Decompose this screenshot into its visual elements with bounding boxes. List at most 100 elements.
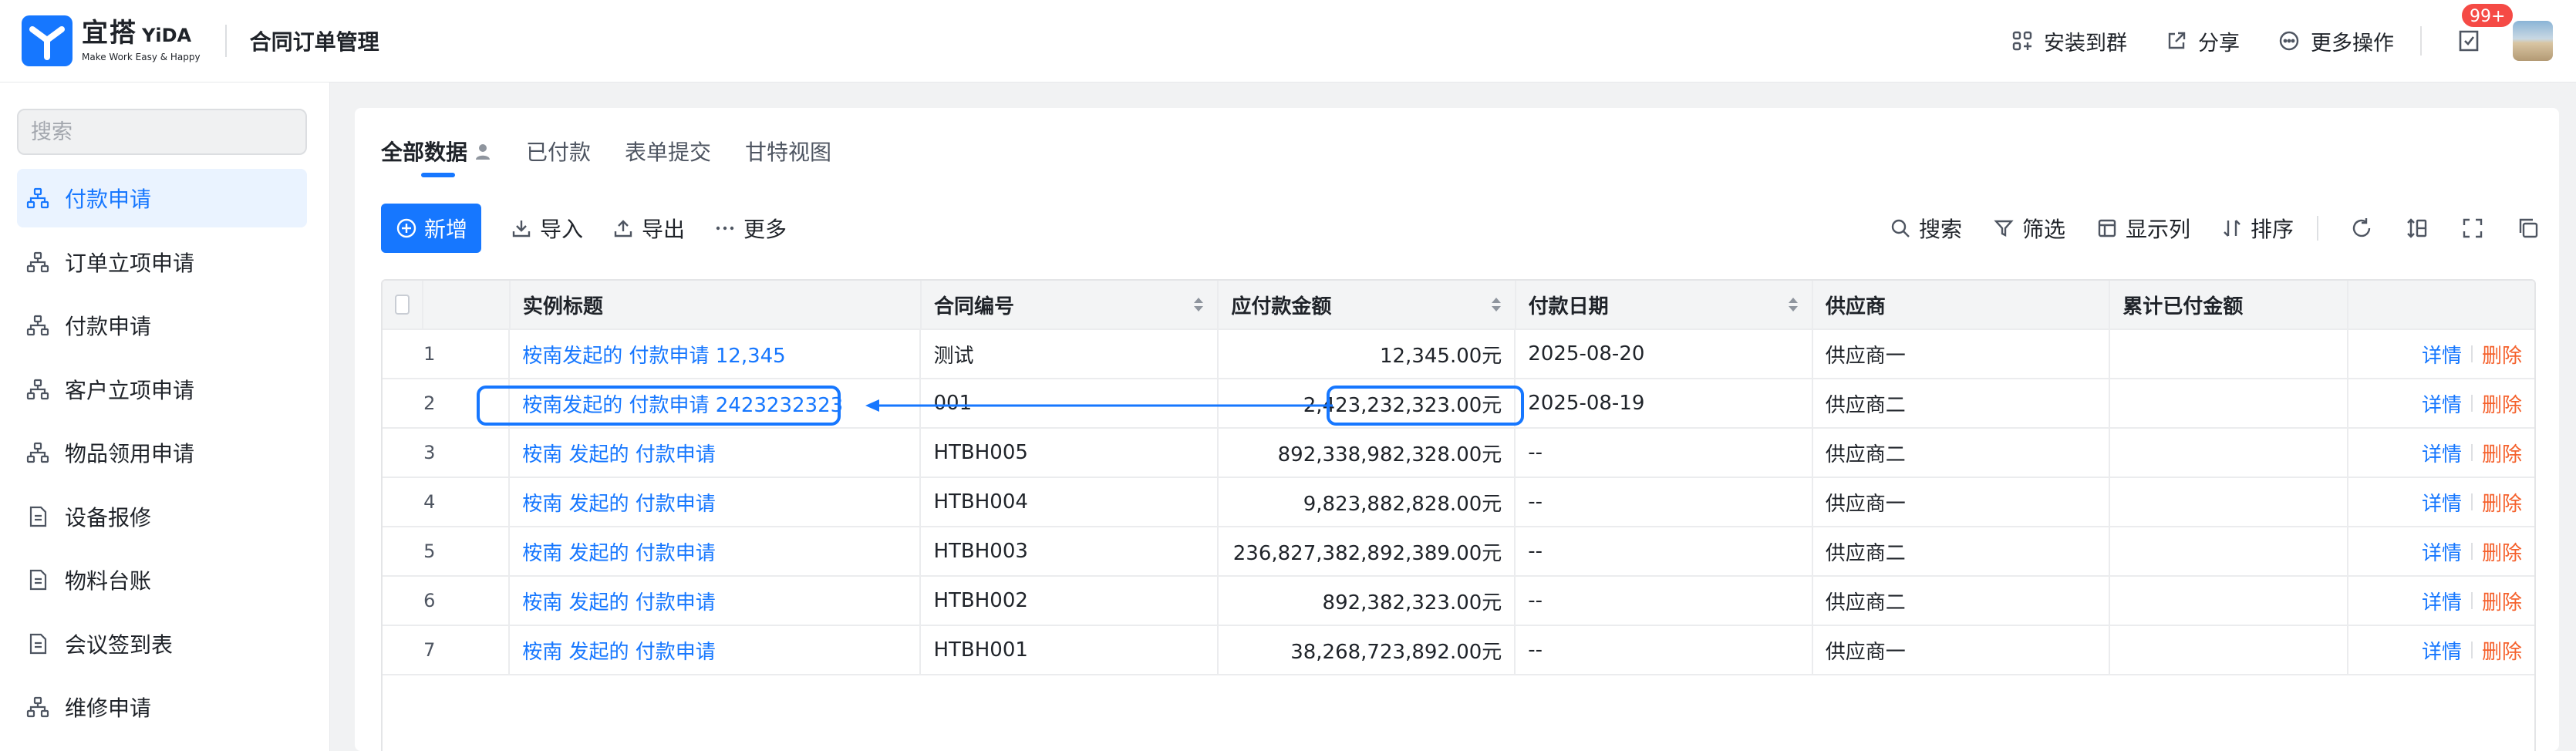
delete-link[interactable]: 删除 [2482,537,2522,566]
app-title: 合同订单管理 [249,29,379,55]
install-to-group-button[interactable]: 安装到群 [2011,26,2127,56]
detail-link[interactable]: 详情 [2422,439,2462,467]
fullscreen-button[interactable] [2460,216,2485,241]
table-row[interactable]: 2 桉南发起的 付款申请 2423232323 001 2,423,232,32… [383,379,2534,429]
row-paid [2110,577,2348,625]
todo-button[interactable]: 99+ [2454,2,2515,56]
row-height-button[interactable] [2405,216,2429,241]
table-row[interactable]: 5 桉南 发起的 付款申请 HTBH003 236,827,382,892,38… [383,527,2534,577]
sidebar-item-item-requisition[interactable]: 物品领用申请 [17,423,307,482]
sidebar-item-label: 付款申请 [65,314,152,339]
export-button[interactable]: 导出 [612,213,685,244]
row-date: -- [1516,527,1813,575]
share-button[interactable]: 分享 [2166,26,2240,56]
sort-caret-icon[interactable] [1192,296,1205,313]
top-bar: 宜搭 YiDA Make Work Easy & Happy 合同订单管理 安装到… [0,0,2576,83]
columns-icon [2098,219,2116,237]
column-header-date[interactable]: 付款日期 [1516,281,1813,328]
row-contract-no: HTBH002 [921,577,1219,625]
tab-label: 表单提交 [625,140,712,165]
tab-all-data[interactable]: 全部数据 [381,136,492,177]
delete-link[interactable]: 删除 [2482,488,2522,517]
search-button[interactable]: 搜索 [1890,213,1962,244]
grid-plus-icon [2012,31,2032,51]
sidebar-item-order-project[interactable]: 订单立项申请 [17,233,307,291]
display-columns-button[interactable]: 显示列 [2096,213,2190,244]
row-title-link[interactable]: 桉南 发起的 付款申请 [510,478,922,526]
row-title-link[interactable]: 桉南 发起的 付款申请 [510,577,922,625]
column-header-amount[interactable]: 应付款金额 [1219,281,1516,328]
delete-link[interactable]: 删除 [2482,587,2522,615]
sidebar-item-material-ledger[interactable]: 物料台账 [17,551,307,609]
table-row[interactable]: 1 桉南发起的 付款申请 12,345 测试 12,345.00元 2025-0… [383,330,2534,379]
yida-logo[interactable]: 宜搭 YiDA Make Work Easy & Happy [22,15,201,66]
tab-paid[interactable]: 已付款 [526,136,591,167]
fullscreen-icon [2463,218,2483,238]
row-paid [2110,379,2348,427]
row-amount: 892,382,323.00元 [1219,577,1516,625]
filter-button[interactable]: 筛选 [1993,213,2065,244]
select-all-checkbox[interactable] [395,295,410,315]
row-paid [2110,527,2348,575]
row-actions: 详情 删除 [2348,478,2534,526]
sidebar-item-equipment-repair[interactable]: 设备报修 [17,487,307,546]
row-title-link[interactable]: 桉南发起的 付款申请 2423232323 [510,379,922,427]
copy-button[interactable] [2516,216,2541,241]
column-header-paid[interactable]: 累计已付金额 [2110,281,2348,328]
delete-link[interactable]: 删除 [2482,340,2522,369]
table-header: 实例标题 合同编号 应付款金额 付款日期 供应商 累计已付金额 [383,281,2534,330]
sidebar-item-repair-request[interactable]: 维修申请 [17,678,307,736]
table-row[interactable]: 7 桉南 发起的 付款申请 HTBH001 38,268,723,892.00元… [383,626,2534,675]
delete-link[interactable]: 删除 [2482,636,2522,665]
row-actions: 详情 删除 [2348,626,2534,674]
detail-link[interactable]: 详情 [2422,537,2462,566]
sidebar-item-customer-project[interactable]: 客户立项申请 [17,360,307,419]
row-contract-no: HTBH004 [921,478,1219,526]
row-actions: 详情 删除 [2348,379,2534,427]
sidebar-item-payment-request[interactable]: 付款申请 [17,169,307,227]
row-amount: 12,345.00元 [1219,330,1516,378]
sort-icon [2224,220,2241,237]
sidebar-item-meeting-signin[interactable]: 会议签到表 [17,615,307,673]
table-row[interactable]: 6 桉南 发起的 付款申请 HTBH002 892,382,323.00元 --… [383,577,2534,626]
column-header-contract-no[interactable]: 合同编号 [922,281,1219,328]
sidebar-search-input[interactable] [31,120,295,144]
sort-button[interactable]: 排序 [2221,213,2294,244]
table-row[interactable]: 4 桉南 发起的 付款申请 HTBH004 9,823,882,828.00元 … [383,478,2534,527]
sort-caret-icon[interactable] [1787,296,1799,313]
sidebar-item-label: 物品领用申请 [65,441,195,466]
column-header-title[interactable]: 实例标题 [511,281,922,328]
sidebar-item-payment-request-2[interactable]: 付款申请 [17,296,307,355]
detail-link[interactable]: 详情 [2422,636,2462,665]
detail-link[interactable]: 详情 [2422,340,2462,369]
more-button[interactable]: 更多 [714,213,787,244]
add-button[interactable]: 新增 [381,204,482,253]
sort-caret-icon[interactable] [1490,296,1502,313]
row-height-icon [2407,218,2427,238]
delete-link[interactable]: 删除 [2482,439,2522,467]
user-avatar[interactable] [2513,21,2553,61]
detail-link[interactable]: 详情 [2422,389,2462,418]
detail-link[interactable]: 详情 [2422,587,2462,615]
row-supplier: 供应商一 [1813,478,2111,526]
row-title-link[interactable]: 桉南 发起的 付款申请 [510,527,922,575]
refresh-button[interactable] [2349,216,2374,241]
sidebar-search[interactable] [17,109,307,155]
tab-gantt-view[interactable]: 甘特视图 [745,136,831,167]
import-button[interactable]: 导入 [511,213,583,244]
detail-link[interactable]: 详情 [2422,488,2462,517]
tab-form-submit[interactable]: 表单提交 [625,136,711,167]
todo-badge: 99+ [2460,2,2515,29]
row-title-link[interactable]: 桉南 发起的 付款申请 [510,429,922,477]
delete-link[interactable]: 删除 [2482,389,2522,418]
row-contract-no: HTBH005 [921,429,1219,477]
row-actions: 详情 删除 [2348,527,2534,575]
filter-label: 筛选 [2021,217,2065,242]
column-header-supplier[interactable]: 供应商 [1813,281,2111,328]
search-icon [1891,219,1910,237]
table-row[interactable]: 3 桉南 发起的 付款申请 HTBH005 892,338,982,328.00… [383,429,2534,478]
row-title-link[interactable]: 桉南发起的 付款申请 12,345 [510,330,922,378]
row-title-link[interactable]: 桉南 发起的 付款申请 [510,626,922,674]
ellipsis-icon [716,226,734,231]
more-actions-button[interactable]: 更多操作 [2278,26,2394,56]
